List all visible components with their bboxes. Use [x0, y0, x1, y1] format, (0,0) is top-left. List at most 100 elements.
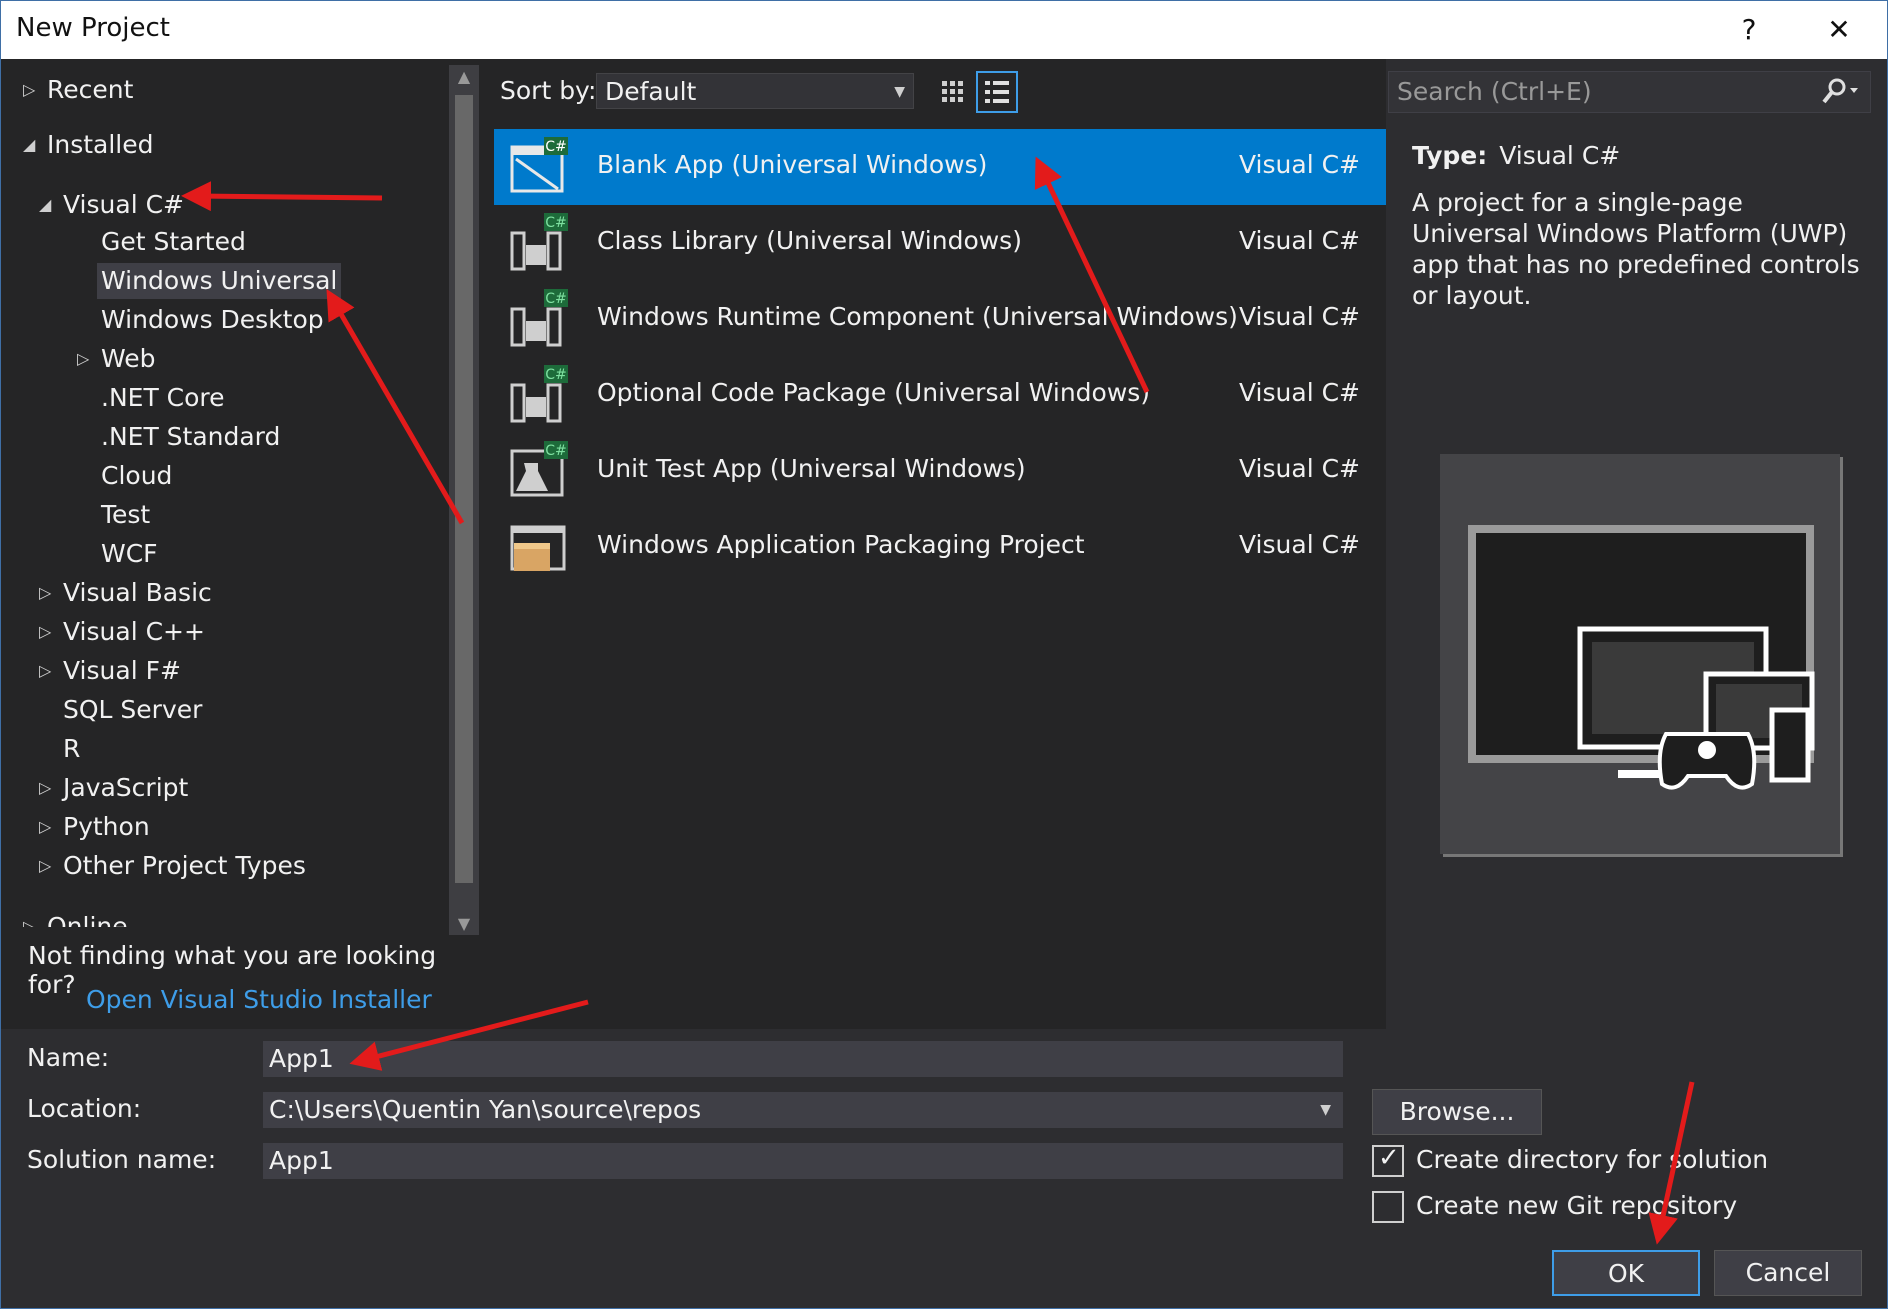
tree-item-visual-fsharp[interactable]: ▷ Visual F# — [39, 653, 181, 689]
create-directory-label[interactable]: Create directory for solution — [1416, 1145, 1768, 1174]
sort-by-label: Sort by: — [500, 76, 597, 105]
tree-item-wcf[interactable]: WCF — [101, 536, 158, 572]
tree-item-sql-server[interactable]: SQL Server — [63, 692, 202, 728]
template-name: Class Library (Universal Windows) — [597, 226, 1022, 255]
tree-item-online[interactable]: ▷ Online — [23, 909, 128, 927]
create-directory-checkbox[interactable]: ✓ — [1372, 1143, 1404, 1177]
open-installer-link[interactable]: Open Visual Studio Installer — [86, 985, 432, 1014]
tree-item-windows-desktop[interactable]: Windows Desktop — [101, 302, 324, 338]
expand-arrow-icon[interactable]: ▷ — [39, 614, 51, 650]
runtime-component-icon: C# — [510, 289, 568, 347]
create-git-repo-checkbox[interactable] — [1372, 1191, 1404, 1223]
expand-arrow-icon[interactable]: ▷ — [23, 909, 35, 927]
new-project-dialog: New Project ? ✕ ▷ Recent ◢ Installed ◢ Visu… — [0, 0, 1888, 1309]
ok-button[interactable]: OK — [1552, 1250, 1700, 1296]
template-row-packaging-project[interactable]: Windows Application Packaging Project Vi… — [494, 509, 1386, 585]
expand-arrow-icon[interactable]: ▷ — [39, 848, 51, 884]
tree-item-python[interactable]: ▷ Python — [39, 809, 150, 845]
type-label: Type: — [1412, 141, 1488, 170]
tree-item-javascript[interactable]: ▷ JavaScript — [39, 770, 189, 806]
tree-item-get-started[interactable]: Get Started — [101, 224, 246, 260]
search-input[interactable]: Search (Ctrl+E) — [1397, 77, 1592, 106]
template-name: Blank App (Universal Windows) — [597, 150, 988, 179]
tree-item-recent[interactable]: ▷ Recent — [23, 72, 133, 108]
expand-arrow-icon[interactable]: ▷ — [39, 653, 51, 689]
sort-by-value: Default — [605, 77, 697, 106]
template-row-class-library[interactable]: C# Class Library (Universal Windows) Vis… — [494, 205, 1386, 281]
tree-item-other-project-types[interactable]: ▷ Other Project Types — [39, 848, 306, 884]
collapse-arrow-icon[interactable]: ◢ — [39, 187, 51, 223]
tree-item-label: .NET Standard — [101, 422, 281, 451]
tree-item-label: Online — [47, 912, 128, 927]
tree-item-label: Visual F# — [63, 656, 181, 685]
help-button[interactable]: ? — [1721, 7, 1777, 53]
cancel-button[interactable]: Cancel — [1714, 1250, 1862, 1296]
template-name: Optional Code Package (Universal Windows… — [597, 378, 1151, 407]
tree-item-label: R — [63, 734, 81, 763]
tree-item-label: Web — [101, 344, 156, 373]
template-row-optional-code-package[interactable]: C# Optional Code Package (Universal Wind… — [494, 357, 1386, 433]
browse-button[interactable]: Browse... — [1372, 1089, 1542, 1135]
type-value: Visual C# — [1499, 141, 1621, 170]
tree-scrollbar[interactable]: ▲ ▼ — [449, 65, 479, 935]
tree-item-label: Installed — [47, 130, 154, 159]
packaging-box-icon — [510, 525, 566, 571]
tree-item-web[interactable]: ▷ Web — [77, 341, 156, 377]
tree-item-label: Test — [101, 500, 151, 529]
tree-item-r[interactable]: R — [63, 731, 80, 767]
tree-item-visual-basic[interactable]: ▷ Visual Basic — [39, 575, 212, 611]
template-name: Windows Application Packaging Project — [597, 530, 1085, 559]
location-combobox[interactable]: C:\Users\Quentin Yan\source\repos ▼ — [263, 1092, 1343, 1128]
expand-arrow-icon[interactable]: ▷ — [39, 770, 51, 806]
expand-arrow-icon[interactable]: ▷ — [77, 341, 89, 377]
sort-by-dropdown[interactable]: Default ▼ — [596, 73, 914, 109]
tree-item-windows-universal[interactable]: Windows Universal — [97, 263, 342, 299]
solution-name-label: Solution name: — [27, 1145, 217, 1174]
expand-arrow-icon[interactable]: ▷ — [39, 809, 51, 845]
tree-item-label: Windows Desktop — [101, 305, 324, 334]
list-view-button[interactable] — [976, 71, 1018, 113]
expand-arrow-icon[interactable]: ▷ — [39, 575, 51, 611]
close-button[interactable]: ✕ — [1811, 7, 1867, 53]
tree-item-label: Cloud — [101, 461, 173, 490]
template-description: A project for a single-page Universal Wi… — [1412, 188, 1860, 310]
grid-view-icon — [942, 81, 963, 102]
tree-item-net-standard[interactable]: .NET Standard — [101, 419, 280, 455]
tree-item-test[interactable]: Test — [101, 497, 150, 533]
template-row-blank-app[interactable]: C# Blank App (Universal Windows) Visual … — [494, 129, 1386, 205]
project-settings-form: Name: App1 Location: C:\Users\Quentin Ya… — [1, 1029, 1887, 1308]
name-input[interactable]: App1 — [263, 1041, 1343, 1077]
small-icons-view-button[interactable] — [932, 71, 974, 113]
tree-item-label: WCF — [101, 539, 158, 568]
tree-item-net-core[interactable]: .NET Core — [101, 380, 225, 416]
template-list: C# Blank App (Universal Windows) Visual … — [494, 129, 1386, 1029]
template-language: Visual C# — [1239, 530, 1360, 559]
expand-arrow-icon[interactable]: ▷ — [23, 72, 35, 108]
template-row-runtime-component[interactable]: C# Windows Runtime Component (Universal … — [494, 281, 1386, 357]
collapse-arrow-icon[interactable]: ◢ — [23, 127, 35, 163]
create-git-repo-label[interactable]: Create new Git repository — [1416, 1191, 1737, 1220]
template-language: Visual C# — [1239, 378, 1360, 407]
solution-name-input[interactable]: App1 — [263, 1143, 1343, 1179]
svg-text:C#: C# — [545, 215, 567, 231]
tree-item-cloud[interactable]: Cloud — [101, 458, 172, 494]
scroll-down-arrow-icon[interactable]: ▼ — [449, 914, 479, 933]
location-value: C:\Users\Quentin Yan\source\repos — [269, 1095, 702, 1124]
uwp-devices-icon — [1468, 525, 1815, 790]
tree-item-installed[interactable]: ◢ Installed — [23, 127, 154, 163]
search-box[interactable]: Search (Ctrl+E) — [1388, 71, 1871, 113]
tree-item-visual-csharp[interactable]: ◢ Visual C# — [39, 187, 184, 223]
tree-item-label: JavaScript — [63, 773, 189, 802]
template-language: Visual C# — [1239, 150, 1360, 179]
dialog-title: New Project — [16, 13, 170, 43]
search-icon[interactable] — [1820, 76, 1860, 108]
chevron-down-icon[interactable]: ▼ — [1320, 1092, 1331, 1128]
tree-item-visual-cpp[interactable]: ▷ Visual C++ — [39, 614, 205, 650]
template-name: Unit Test App (Universal Windows) — [597, 454, 1026, 483]
scrollbar-thumb[interactable] — [455, 95, 473, 883]
tree-item-label: Visual Basic — [63, 578, 212, 607]
scroll-up-arrow-icon[interactable]: ▲ — [449, 67, 479, 86]
template-name: Windows Runtime Component (Universal Win… — [597, 302, 1238, 331]
tree-item-label: Windows Universal — [101, 266, 338, 295]
template-row-unit-test-app[interactable]: C# Unit Test App (Universal Windows) Vis… — [494, 433, 1386, 509]
